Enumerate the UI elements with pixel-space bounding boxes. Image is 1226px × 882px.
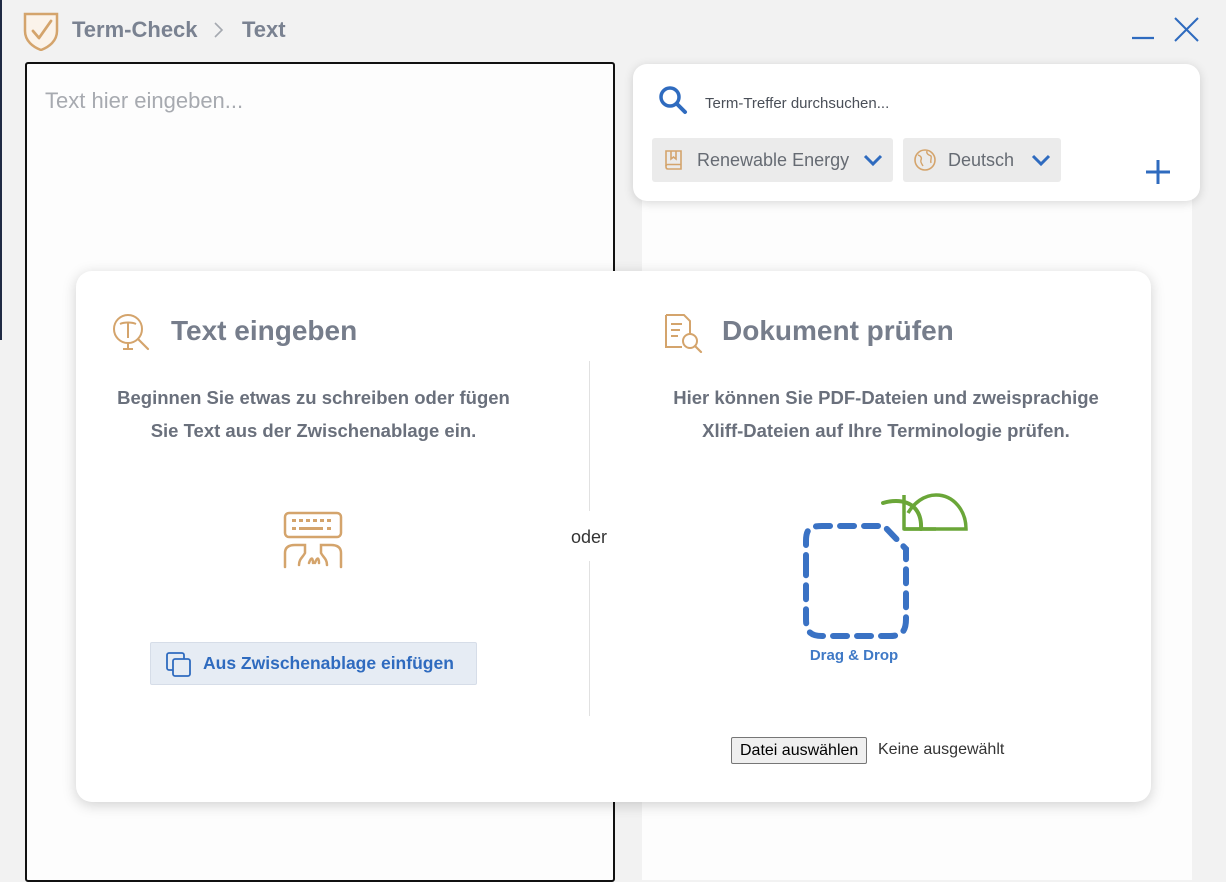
or-separator: oder xyxy=(570,527,608,547)
search-icon xyxy=(659,86,687,114)
start-options-card: Text eingeben Beginnen Sie etwas zu schr… xyxy=(76,271,1151,802)
document-check-title: Dokument prüfen xyxy=(722,315,954,346)
column-divider xyxy=(589,561,590,716)
text-search-icon xyxy=(113,314,150,351)
globe-icon xyxy=(914,149,936,171)
text-input-title: Text eingeben xyxy=(171,315,358,346)
book-icon xyxy=(665,150,682,170)
drag-drop-label: Drag & Drop xyxy=(809,647,899,664)
chevron-down-icon xyxy=(1031,154,1051,167)
title-bar: Term-Check Text xyxy=(0,0,1226,60)
term-search-input[interactable] xyxy=(703,90,1163,116)
column-divider xyxy=(589,361,590,511)
minimize-icon[interactable] xyxy=(1127,14,1159,46)
close-icon[interactable] xyxy=(1170,14,1202,46)
chevron-right-icon xyxy=(214,22,224,38)
shield-check-icon xyxy=(23,12,59,51)
term-search-card: Renewable Energy Deutsch xyxy=(633,64,1200,201)
language-label: Deutsch xyxy=(948,150,1015,170)
domain-dropdown[interactable]: Renewable Energy xyxy=(652,138,893,182)
description-line: Sie Text aus der Zwischenablage ein. xyxy=(150,420,477,441)
description-line: Xliff-Dateien auf Ihre Terminologie prüf… xyxy=(702,420,1070,441)
plus-icon[interactable] xyxy=(1143,157,1173,187)
clipboard-copy-icon xyxy=(166,652,191,677)
document-search-icon xyxy=(665,314,703,353)
paste-from-clipboard-button[interactable]: Aus Zwischenablage einfügen xyxy=(150,642,477,685)
file-status-text: Keine ausgewählt xyxy=(878,741,1005,758)
choose-file-button[interactable]: Datei auswählen xyxy=(731,737,868,764)
language-dropdown[interactable]: Deutsch xyxy=(903,138,1061,182)
text-input-description: Beginnen Sie etwas zu schreiben oder füg… xyxy=(96,381,531,447)
domain-label: Renewable Energy xyxy=(697,150,850,170)
document-check-description: Hier können Sie PDF-Dateien und zweispra… xyxy=(646,381,1126,447)
chevron-down-icon xyxy=(863,154,883,167)
paste-button-label: Aus Zwischenablage einfügen xyxy=(203,653,454,673)
breadcrumb-app[interactable]: Term-Check xyxy=(72,17,198,43)
file-drop-zone[interactable] xyxy=(796,481,976,651)
typing-keyboard-icon xyxy=(283,511,343,569)
description-line: Hier können Sie PDF-Dateien und zweispra… xyxy=(673,387,1099,408)
description-line: Beginnen Sie etwas zu schreiben oder füg… xyxy=(117,387,510,408)
breadcrumb-page: Text xyxy=(242,17,286,42)
